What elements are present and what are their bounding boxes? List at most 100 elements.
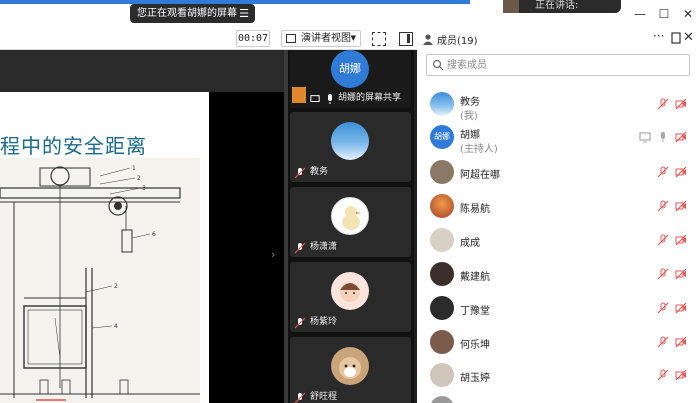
banner-text: 您正在观看胡娜的屏幕 <box>137 8 237 19</box>
tile-name: 舒旺程 <box>310 392 338 402</box>
mic-muted-icon <box>294 242 306 254</box>
avatar <box>430 330 454 354</box>
tile-label: 舒旺程 <box>294 391 337 403</box>
avatar <box>331 197 369 235</box>
video-tile[interactable]: 教务 <box>290 112 411 182</box>
search-icon <box>432 59 444 71</box>
member-row[interactable]: 胡玉婷 <box>417 358 700 392</box>
member-name: 教务 <box>460 97 480 108</box>
member-name: 戴建航 <box>460 272 490 283</box>
pop-out-icon[interactable] <box>671 32 681 44</box>
more-options-icon[interactable]: ··· <box>653 29 664 43</box>
video-tile[interactable]: 杨潇潇 <box>290 187 411 257</box>
member-name: 阿超在哪 <box>460 170 500 181</box>
avatar <box>430 396 454 403</box>
girl-avatar-icon <box>340 282 360 302</box>
member-name: 陈易航 <box>460 204 490 215</box>
member-row[interactable] <box>417 392 700 403</box>
mic-icon[interactable] <box>657 131 669 143</box>
tile-name: 杨紫玲 <box>310 317 338 327</box>
mic-muted-icon[interactable] <box>657 166 669 178</box>
camera-off-icon[interactable] <box>675 200 687 212</box>
camera-off-icon[interactable] <box>675 268 687 280</box>
tile-label: 胡娜的屏幕共享 <box>310 92 401 105</box>
svg-text:2: 2 <box>137 175 141 182</box>
member-name: 丁豫堂 <box>460 306 490 317</box>
video-tile[interactable]: 胡娜 胡娜的屏幕共享 <box>290 50 411 108</box>
mic-muted-icon[interactable] <box>657 302 669 314</box>
member-search-box[interactable] <box>426 54 690 76</box>
member-name: 成成 <box>460 238 480 249</box>
mic-muted-icon[interactable] <box>657 200 669 212</box>
speaking-text: 正在讲话: <box>535 0 579 11</box>
video-strip: 胡娜 胡娜的屏幕共享 教务 杨潇潇 杨紫玲 舒旺程 <box>288 50 414 403</box>
shared-screen-topband <box>0 50 284 92</box>
mic-muted-icon[interactable] <box>657 336 669 348</box>
mic-muted-icon[interactable] <box>657 369 669 381</box>
video-tile[interactable]: 舒旺程 <box>290 337 411 403</box>
member-search-input[interactable] <box>447 56 685 74</box>
svg-text:6: 6 <box>152 231 156 238</box>
mic-muted-icon[interactable] <box>657 268 669 280</box>
screen-share-banner[interactable]: 您正在观看胡娜的屏幕 ☰ <box>130 4 255 23</box>
camera-off-icon[interactable] <box>675 369 687 381</box>
avatar <box>430 194 454 218</box>
tile-label: 杨潇潇 <box>294 241 337 254</box>
tile-label: 教务 <box>294 166 328 179</box>
member-row[interactable]: 陈易航 <box>417 189 700 223</box>
member-row[interactable]: 阿超在哪 <box>417 155 700 189</box>
camera-off-icon[interactable] <box>675 98 687 110</box>
avatar <box>331 122 369 160</box>
members-header: 成员(19) ··· ✕ <box>417 28 700 50</box>
video-tile[interactable]: 杨紫玲 <box>290 262 411 332</box>
collapse-handle-icon[interactable]: › <box>271 248 281 264</box>
avatar: 胡娜 <box>430 125 454 149</box>
mic-muted-icon <box>294 392 306 403</box>
title-bar: 正在讲话: 您正在观看胡娜的屏幕 ☰ — ☐ ✕ <box>0 0 700 28</box>
maximize-button[interactable]: ☐ <box>656 6 672 22</box>
close-panel-icon[interactable]: ✕ <box>683 30 694 45</box>
mic-muted-icon[interactable] <box>657 98 669 110</box>
member-row[interactable]: 戴建航 <box>417 257 700 291</box>
meeting-window: 正在讲话: 您正在观看胡娜的屏幕 ☰ — ☐ ✕ 00:07 演讲者视图 ▼ 程… <box>0 0 700 403</box>
svg-text:2: 2 <box>114 283 118 290</box>
mic-muted-icon <box>294 167 306 179</box>
camera-off-icon[interactable] <box>675 336 687 348</box>
share-toolbar: 00:07 演讲者视图 ▼ <box>0 28 417 50</box>
member-row[interactable]: 何乐坤 <box>417 325 700 359</box>
camera-off-icon[interactable] <box>675 234 687 246</box>
screen-share-icon <box>639 132 651 143</box>
elevator-diagram: 1 2 3 6 2 4 <box>0 158 200 403</box>
fullscreen-icon[interactable] <box>372 32 386 46</box>
avatar <box>430 92 454 116</box>
member-row[interactable]: 丁豫堂 <box>417 291 700 325</box>
menu-icon[interactable]: ☰ <box>239 4 249 23</box>
members-title: 成员(19) <box>437 36 478 47</box>
member-name: 何乐坤 <box>460 340 490 351</box>
screen-icon <box>310 95 320 102</box>
tile-label: 杨紫玲 <box>294 316 337 329</box>
avatar <box>430 296 454 320</box>
camera-off-icon[interactable] <box>675 131 687 143</box>
member-name: 胡娜 <box>460 130 480 141</box>
member-row[interactable]: 成成 <box>417 223 700 257</box>
slide-title: 程中的安全距离 <box>0 134 147 158</box>
svg-text:1: 1 <box>132 165 136 172</box>
avatar <box>430 160 454 184</box>
avatar: 胡娜 <box>331 50 369 88</box>
close-window-button[interactable]: ✕ <box>680 6 696 22</box>
member-row[interactable]: 胡娜 胡娜 (主持人) <box>417 120 700 155</box>
camera-off-icon[interactable] <box>675 166 687 178</box>
toggle-panel-icon[interactable] <box>399 32 413 46</box>
view-mode-select[interactable]: 演讲者视图 ▼ <box>281 30 361 47</box>
member-row[interactable]: 教务 (我) <box>417 87 700 122</box>
mic-muted-icon[interactable] <box>657 234 669 246</box>
avatar <box>331 347 369 385</box>
person-icon <box>292 87 306 103</box>
avatar <box>430 363 454 387</box>
minimize-button[interactable]: — <box>632 6 648 22</box>
tile-name: 教务 <box>310 167 329 177</box>
camera-off-icon[interactable] <box>675 302 687 314</box>
dog-avatar-icon <box>339 357 361 379</box>
tile-name: 杨潇潇 <box>310 242 338 252</box>
